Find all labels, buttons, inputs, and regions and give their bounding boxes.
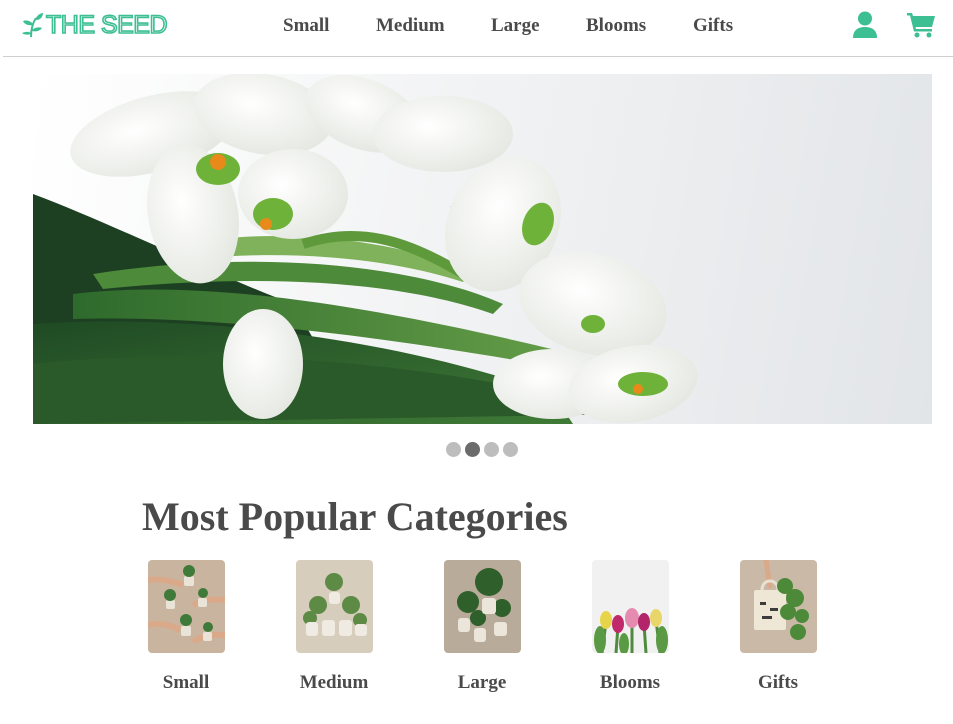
cart-button[interactable] xyxy=(907,11,936,38)
section-title: Most Popular Categories xyxy=(142,494,568,539)
category-thumb-medium xyxy=(296,560,373,653)
nav-item-gifts[interactable]: Gifts xyxy=(693,14,733,38)
carousel-dot-2[interactable] xyxy=(465,442,480,457)
category-label-small: Small xyxy=(162,672,210,693)
hero-flower-image xyxy=(33,74,698,424)
category-label-medium: Medium xyxy=(299,672,369,693)
nav-item-large[interactable]: Large xyxy=(491,14,540,38)
category-thumb-blooms xyxy=(592,560,669,653)
category-thumb-small xyxy=(148,560,225,653)
category-label-large: Large xyxy=(457,672,507,693)
cart-icon xyxy=(907,13,935,38)
nav-item-blooms[interactable]: Blooms xyxy=(586,14,646,38)
nav-item-medium[interactable]: Medium xyxy=(376,14,445,38)
category-label-gifts: Gifts xyxy=(757,672,799,693)
carousel-indicators xyxy=(446,442,518,458)
category-thumb-large xyxy=(444,560,521,653)
carousel-dot-1[interactable] xyxy=(446,442,461,457)
header-divider xyxy=(3,56,953,57)
hero-banner[interactable] xyxy=(33,74,932,424)
carousel-dot-3[interactable] xyxy=(484,442,499,457)
nav-item-small[interactable]: Small xyxy=(283,14,329,38)
account-button[interactable] xyxy=(852,11,878,38)
user-icon xyxy=(853,11,877,38)
main-nav: Small Medium Large Blooms Gifts xyxy=(0,14,953,38)
category-thumb-gifts xyxy=(740,560,817,653)
carousel-dot-4[interactable] xyxy=(503,442,518,457)
site-header: THE SEED Small Medium Large Blooms Gifts xyxy=(0,0,953,57)
category-label-blooms: Blooms xyxy=(599,672,661,693)
